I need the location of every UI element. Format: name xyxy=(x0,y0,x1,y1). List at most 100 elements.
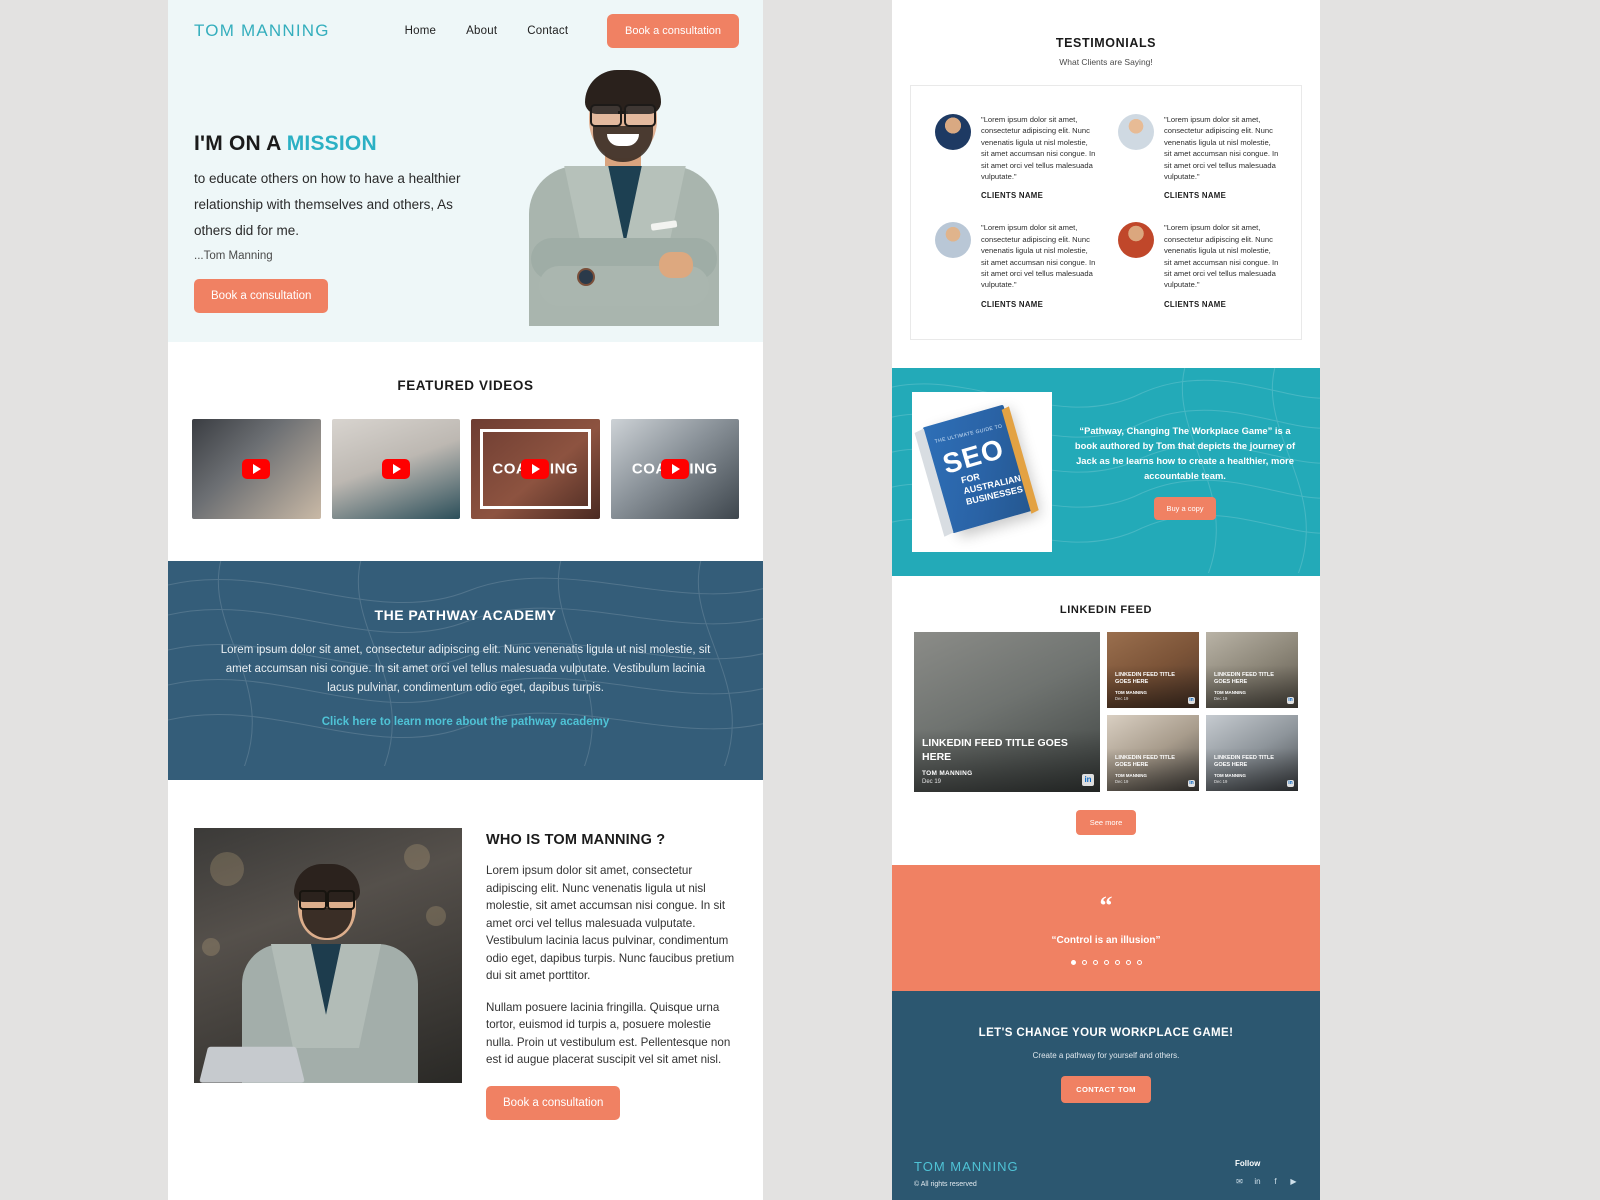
linkedin-post-card[interactable]: LINKEDIN FEED TITLE GOES HERE TOM MANNIN… xyxy=(1206,714,1298,791)
who-is-tom-section: WHO IS TOM MANNING ? Lorem ipsum dolor s… xyxy=(168,780,763,1160)
testimonials-section: TESTIMONIALS What Clients are Saying! "L… xyxy=(892,0,1320,368)
portrait-illustration xyxy=(519,70,729,326)
testimonial-client-name: CLIENTS NAME xyxy=(981,191,1044,201)
footer-logo[interactable]: TOM MANNING xyxy=(914,1159,1019,1174)
linkedin-post-title: LINKEDIN FEED TITLE GOES HERE xyxy=(1115,672,1175,686)
see-more-wrap: See more xyxy=(892,809,1320,835)
video-card[interactable]: COACHING xyxy=(610,419,739,519)
hero-title-lead: I'M ON A xyxy=(194,132,287,155)
academy-body: Lorem ipsum dolor sit amet, consectetur … xyxy=(220,644,711,694)
quote-mark-icon: “ xyxy=(1099,890,1113,920)
footer-left: TOM MANNING © All rights reserved xyxy=(914,1159,1019,1188)
academy-learn-more-link[interactable]: Click here to learn more about the pathw… xyxy=(220,716,711,728)
featured-videos-row: COACHING COACHING xyxy=(168,419,763,519)
nav-link-contact[interactable]: Contact xyxy=(527,25,568,37)
testimonial-item: "Lorem ipsum dolor sit amet, consectetur… xyxy=(1106,106,1289,214)
site-navbar: TOM MANNING Home About Contact Book a co… xyxy=(168,0,763,62)
play-icon[interactable] xyxy=(521,459,550,479)
site-logo[interactable]: TOM MANNING xyxy=(194,21,330,41)
carousel-dot[interactable] xyxy=(1092,959,1098,965)
site-footer: TOM MANNING © All rights reserved Follow… xyxy=(892,1132,1320,1200)
linkedin-post-card[interactable]: LINKEDIN FEED TITLE GOES HERE TOM MANNIN… xyxy=(1107,714,1199,791)
book-cover-image: THE ULTIMATE GUIDE TO SEO FOR AUSTRALIAN… xyxy=(912,391,1052,552)
youtube-icon[interactable]: ▶ xyxy=(1289,1177,1298,1186)
final-cta-section: LET'S CHANGE YOUR WORKPLACE GAME! Create… xyxy=(892,990,1320,1133)
who-is-tom-photo xyxy=(194,828,462,1083)
navbar-book-consultation-button[interactable]: Book a consultation xyxy=(606,14,739,48)
carousel-dot[interactable] xyxy=(1070,959,1076,965)
linkedin-post-card[interactable]: LINKEDIN FEED TITLE GOES HERE TOM MANNIN… xyxy=(1107,631,1199,708)
linkedin-post-date: Dec 19 xyxy=(1115,778,1129,784)
linkedin-icon[interactable]: in xyxy=(1253,1177,1262,1186)
testimonial-quote: "Lorem ipsum dolor sit amet, consectetur… xyxy=(1164,115,1279,182)
follow-label: Follow xyxy=(1235,1158,1261,1168)
footer-rights: © All rights reserved xyxy=(914,1180,977,1188)
hero-book-consultation-button[interactable]: Book a consultation xyxy=(194,279,329,313)
linkedin-icon: in xyxy=(1287,779,1294,787)
left-testimonials-title: TESTIMONIALS xyxy=(168,1160,763,1200)
testimonial-quote: "Lorem ipsum dolor sit amet, consectetur… xyxy=(981,223,1096,290)
hero-subtitle: to educate others on how to have a healt… xyxy=(194,171,461,238)
play-icon[interactable] xyxy=(242,459,271,479)
avatar xyxy=(935,222,971,259)
linkedin-post-date: Dec 19 xyxy=(1214,778,1228,784)
academy-title: THE PATHWAY ACADEMY xyxy=(374,607,557,623)
see-more-button[interactable]: See more xyxy=(1075,809,1137,835)
linkedin-post-title: LINKEDIN FEED TITLE GOES HERE xyxy=(1115,755,1175,769)
linkedin-post-card[interactable]: LINKEDIN FEED TITLE GOES HERE TOM MANNIN… xyxy=(914,631,1100,792)
linkedin-post-date: Dec 19 xyxy=(1214,695,1228,701)
carousel-dot[interactable] xyxy=(1103,959,1109,965)
video-card[interactable] xyxy=(331,419,460,519)
linkedin-feed-grid: LINKEDIN FEED TITLE GOES HERE TOM MANNIN… xyxy=(892,631,1320,792)
linkedin-post-author: TOM MANNING xyxy=(1115,772,1147,778)
hero-portrait-photo xyxy=(494,70,737,326)
video-card[interactable] xyxy=(192,419,321,519)
play-icon[interactable] xyxy=(381,459,410,479)
testimonial-client-name: CLIENTS NAME xyxy=(1164,191,1227,201)
hero-signature: ...Tom Manning xyxy=(194,250,273,262)
nav-link-home[interactable]: Home xyxy=(405,25,436,37)
who-is-tom-paragraph-1: Lorem ipsum dolor sit amet, consectetur … xyxy=(486,864,735,982)
testimonial-item: "Lorem ipsum dolor sit amet, consectetur… xyxy=(1106,214,1289,322)
footer-follow: Follow ✉ in f ▶ xyxy=(1235,1159,1298,1186)
final-cta-subtitle: Create a pathway for yourself and others… xyxy=(1032,1050,1180,1060)
final-cta-title: LET'S CHANGE YOUR WORKPLACE GAME! xyxy=(978,1026,1234,1039)
social-links: ✉ in f ▶ xyxy=(1235,1177,1298,1186)
linkedin-post-author: TOM MANNING xyxy=(922,769,973,777)
pathway-academy-section: THE PATHWAY ACADEMY Lorem ipsum dolor si… xyxy=(168,561,763,780)
linkedin-icon: in xyxy=(1188,779,1195,787)
who-is-tom-paragraph-2: Nullam posuere lacinia fringilla. Quisqu… xyxy=(486,1000,731,1067)
nav-link-about[interactable]: About xyxy=(466,25,497,37)
hero-text-block: I'M ON A MISSION to educate others on ho… xyxy=(194,96,494,316)
book-blurb: “Pathway, Changing The Workplace Game” i… xyxy=(1074,425,1296,482)
linkedin-post-card[interactable]: LINKEDIN FEED TITLE GOES HERE TOM MANNIN… xyxy=(1206,631,1298,708)
carousel-dot[interactable] xyxy=(1081,959,1087,965)
screenshot-canvas: TOM MANNING Home About Contact Book a co… xyxy=(0,0,1600,1200)
linkedin-post-title: LINKEDIN FEED TITLE GOES HERE xyxy=(1214,672,1274,686)
buy-a-copy-button[interactable]: Buy a copy xyxy=(1154,497,1216,521)
twitter-icon[interactable]: ✉ xyxy=(1235,1177,1244,1186)
linkedin-feed-title: LINKEDIN FEED xyxy=(1059,603,1153,616)
play-icon[interactable] xyxy=(660,459,689,479)
video-card[interactable]: COACHING xyxy=(471,419,600,519)
linkedin-small-cards: LINKEDIN FEED TITLE GOES HERE TOM MANNIN… xyxy=(1107,631,1298,792)
who-is-tom-text: WHO IS TOM MANNING ? Lorem ipsum dolor s… xyxy=(486,828,737,1120)
avatar xyxy=(1118,222,1154,259)
carousel-dot[interactable] xyxy=(1136,959,1142,965)
featured-videos-section: FEATURED VIDEOS COACHING COACHING xyxy=(168,342,763,561)
contact-tom-button[interactable]: CONTACT TOM xyxy=(1061,1075,1151,1103)
book-promo-section: THE ULTIMATE GUIDE TO SEO FOR AUSTRALIAN… xyxy=(892,367,1320,576)
linkedin-icon: in xyxy=(1082,773,1094,786)
linkedin-icon: in xyxy=(1188,696,1195,704)
nav-links: Home About Contact xyxy=(405,25,569,37)
hero-section: TOM MANNING Home About Contact Book a co… xyxy=(168,0,763,342)
who-is-tom-title: WHO IS TOM MANNING ? xyxy=(486,832,666,848)
featured-videos-title: FEATURED VIDEOS xyxy=(397,378,534,393)
facebook-icon[interactable]: f xyxy=(1271,1177,1280,1186)
carousel-dot[interactable] xyxy=(1114,959,1120,965)
hero-body: I'M ON A MISSION to educate others on ho… xyxy=(168,62,763,340)
whois-book-consultation-button[interactable]: Book a consultation xyxy=(486,1085,621,1120)
avatar xyxy=(935,114,971,150)
testimonial-item: "Lorem ipsum dolor sit amet, consectetur… xyxy=(923,106,1106,214)
carousel-dot[interactable] xyxy=(1125,959,1131,965)
